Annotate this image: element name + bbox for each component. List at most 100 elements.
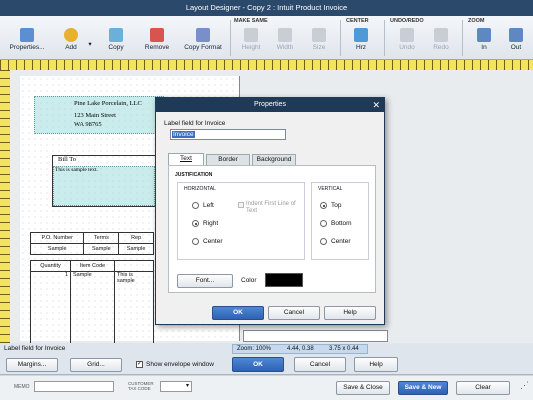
- radio-left[interactable]: [192, 202, 199, 209]
- radio-center-vertical-label: Center: [331, 238, 351, 245]
- indent-first-line-checkbox[interactable]: [238, 202, 244, 208]
- horizontal-group: HORIZONTAL Left Right Center Indent Firs…: [177, 182, 305, 260]
- make-same-group-label: MAKE SAME: [234, 18, 268, 24]
- undo-button[interactable]: Undo: [392, 26, 422, 58]
- chevron-down-icon: ▾: [88, 41, 92, 48]
- items-cell-quantity: 1: [30, 271, 71, 344]
- memo-label: MEMO: [14, 384, 30, 390]
- redo-button[interactable]: Redo: [426, 26, 456, 58]
- make-same-width-button[interactable]: Width: [270, 26, 300, 58]
- resize-grip-icon: ⋰: [520, 380, 529, 390]
- label-field-value: Invoice: [172, 131, 195, 138]
- make-same-size-button[interactable]: Size: [304, 26, 334, 58]
- undo-icon: [400, 28, 414, 42]
- po-header-number: P.O. Number: [29, 232, 85, 244]
- selected-field-label: Label field for Invoice: [4, 345, 66, 352]
- radio-left-label: Left: [203, 202, 214, 209]
- center-horizontal-button[interactable]: Hrz: [346, 26, 376, 58]
- po-header-terms: Terms: [83, 232, 120, 244]
- dialog-title: Properties: [254, 101, 286, 108]
- dialog-ok-button[interactable]: OK: [212, 306, 264, 320]
- tab-border[interactable]: Border: [206, 154, 250, 165]
- ribbon-toolbar: MAKE SAME CENTER UNDO/REDO ZOOM Properti…: [0, 16, 533, 60]
- radio-top[interactable]: [320, 202, 327, 209]
- designer-help-button[interactable]: Help: [354, 357, 398, 372]
- add-button[interactable]: Add: [56, 26, 86, 58]
- items-header-item-code: Item Code: [70, 260, 115, 272]
- vertical-label: VERTICAL: [318, 186, 343, 192]
- items-header-description: [114, 260, 154, 272]
- vertical-ruler: [0, 70, 10, 343]
- company-name: Pine Lake Porcelain, LLC: [74, 100, 142, 107]
- invoice-bottom-bar: MEMO CUSTOMER TAX CODE ▾ Save & Close Sa…: [0, 376, 533, 400]
- show-envelope-checkbox[interactable]: ✓: [136, 361, 143, 368]
- close-icon[interactable]: ✕: [372, 99, 380, 111]
- layout-tool-row: Margins... Grid... ✓ Show envelope windo…: [0, 355, 533, 375]
- po-table: P.O. Number Terms Rep Sample Sample Samp…: [29, 232, 154, 255]
- margins-button[interactable]: Margins...: [6, 358, 58, 372]
- color-label: Color: [241, 277, 257, 284]
- clear-button[interactable]: Clear: [456, 381, 510, 395]
- ribbon-separator: [384, 20, 385, 56]
- save-close-button[interactable]: Save & Close: [336, 381, 390, 395]
- zoom-level: Zoom: 100%: [237, 346, 272, 352]
- memo-input[interactable]: [34, 381, 114, 392]
- po-header-rep: Rep: [118, 232, 154, 244]
- tab-text[interactable]: Text: [168, 153, 204, 165]
- designer-ok-button[interactable]: OK: [232, 357, 284, 372]
- label-field-input[interactable]: Invoice: [170, 129, 286, 140]
- size-readout: 3.75 x 0.44: [329, 346, 359, 352]
- ribbon-separator: [462, 20, 463, 56]
- position-readout: 4.44, 0.38: [287, 346, 314, 352]
- customer-tax-code-select[interactable]: ▾: [160, 381, 192, 392]
- items-cell-description: This is sample: [114, 271, 154, 344]
- items-cell-item-code: Sample: [70, 271, 115, 344]
- copy-icon: [109, 28, 123, 42]
- center-horizontal-icon: [354, 28, 368, 42]
- radio-center-horizontal[interactable]: [192, 238, 199, 245]
- radio-bottom[interactable]: [320, 220, 327, 227]
- height-icon: [244, 28, 258, 42]
- dialog-help-button[interactable]: Help: [324, 306, 376, 320]
- color-swatch[interactable]: [265, 273, 303, 287]
- customer-tax-code-label: CUSTOMER TAX CODE: [128, 381, 154, 391]
- tab-background[interactable]: Background: [252, 154, 296, 165]
- radio-center-vertical[interactable]: [320, 238, 327, 245]
- copy-button[interactable]: Copy: [100, 26, 132, 58]
- status-row: Label field for Invoice Zoom: 100% 4.44,…: [0, 343, 533, 355]
- font-button[interactable]: Font...: [177, 274, 233, 288]
- ribbon-separator: [230, 20, 231, 56]
- indent-first-line-label: Indent First Line of Text: [246, 201, 296, 214]
- zoom-in-icon: [477, 28, 491, 42]
- grid-button[interactable]: Grid...: [70, 358, 122, 372]
- ribbon-separator: [340, 20, 341, 56]
- po-cell: Sample: [118, 243, 154, 255]
- save-new-button[interactable]: Save & New: [398, 381, 448, 395]
- center-group-label: CENTER: [346, 18, 369, 24]
- zoom-out-button[interactable]: Out: [502, 26, 530, 58]
- redo-icon: [434, 28, 448, 42]
- text-tab-panel: JUSTIFICATION HORIZONTAL Left Right Cent…: [168, 165, 376, 293]
- radio-right-label: Right: [203, 220, 219, 227]
- address-line-1: 123 Main Street: [74, 112, 116, 119]
- undo-redo-group-label: UNDO/REDO: [390, 18, 424, 24]
- copy-format-button[interactable]: Copy Format: [180, 26, 226, 58]
- designer-cancel-button[interactable]: Cancel: [294, 357, 346, 372]
- width-icon: [278, 28, 292, 42]
- properties-button[interactable]: Properties...: [4, 26, 50, 58]
- bill-to-label: Bill To: [58, 156, 77, 163]
- radio-right[interactable]: [192, 220, 199, 227]
- bill-to-sample-text: This is sample text.: [55, 167, 98, 173]
- remove-button[interactable]: Remove: [140, 26, 174, 58]
- vertical-group: VERTICAL Top Bottom Center: [311, 182, 369, 260]
- show-envelope-label: Show envelope window: [146, 361, 214, 368]
- properties-icon: [20, 28, 34, 42]
- dialog-cancel-button[interactable]: Cancel: [268, 306, 320, 320]
- make-same-height-button[interactable]: Height: [236, 26, 266, 58]
- items-header-quantity: Quantity: [30, 260, 71, 272]
- window-title: Layout Designer - Copy 2 : Intuit Produc…: [185, 3, 348, 12]
- zoom-in-button[interactable]: In: [470, 26, 498, 58]
- zoom-out-icon: [509, 28, 523, 42]
- label-field-caption: Label field for Invoice: [164, 120, 226, 127]
- radio-bottom-label: Bottom: [331, 220, 352, 227]
